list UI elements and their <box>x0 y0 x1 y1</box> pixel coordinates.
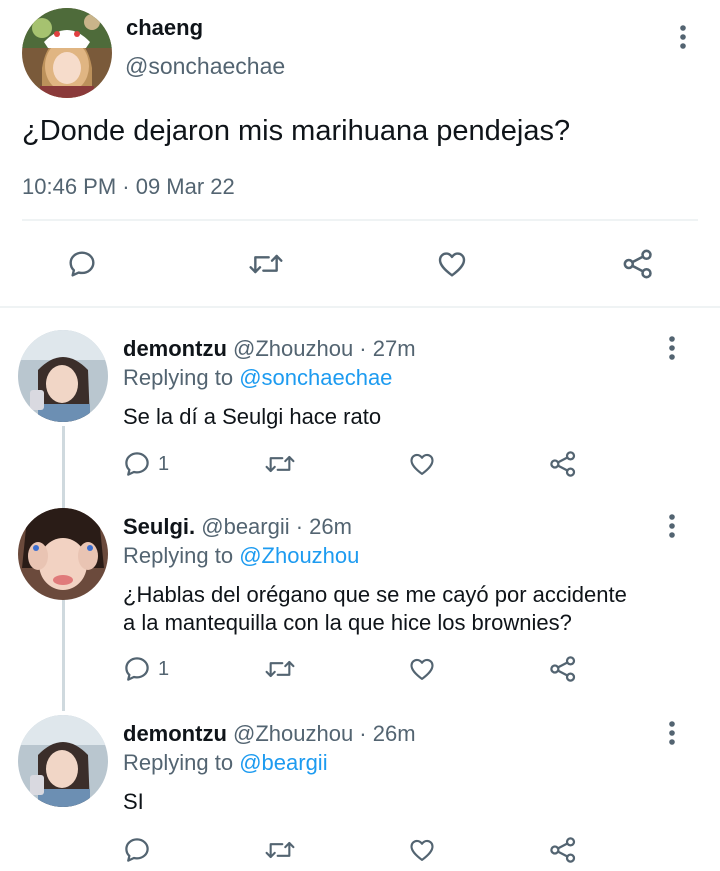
more-icon <box>680 25 686 49</box>
like-button[interactable] <box>432 246 472 282</box>
handle-time[interactable]: @beargii · 26m <box>201 514 352 539</box>
reply-text: SI <box>123 789 144 814</box>
divider <box>22 219 698 221</box>
replying-to-link[interactable]: @Zhouzhou <box>239 543 359 568</box>
reply-count: 1 <box>158 452 170 475</box>
share-icon <box>623 249 652 279</box>
retweet-icon <box>265 455 295 473</box>
avatar[interactable] <box>18 330 108 422</box>
replying-to-label: Replying to <box>123 365 234 390</box>
section-divider <box>0 306 720 308</box>
reply-icon <box>125 452 149 476</box>
avatar[interactable] <box>22 8 112 98</box>
tweet-text: ¿Donde dejaron mis marihuana pendejas? <box>22 115 571 147</box>
reply-icon <box>125 657 149 681</box>
reply-header: demontzu @Zhouzhou · 27m <box>123 336 416 362</box>
reply-header: Seulgi. @beargii · 26m <box>123 514 352 540</box>
share-button[interactable] <box>618 246 658 282</box>
reply-text: Se la dí a Seulgi hace rato <box>123 404 382 429</box>
replying-to: Replying to @beargii <box>123 750 328 776</box>
display-name[interactable]: demontzu <box>123 721 227 746</box>
share-button[interactable] <box>546 448 580 480</box>
reply-icon <box>69 251 95 277</box>
more-icon <box>669 336 675 360</box>
more-options-button[interactable] <box>671 22 695 52</box>
avatar[interactable] <box>18 508 108 600</box>
share-button[interactable] <box>546 653 580 685</box>
display-name[interactable]: demontzu <box>123 336 227 361</box>
reply-count: 1 <box>158 657 170 680</box>
reply-button[interactable]: 1 <box>122 448 169 480</box>
like-icon <box>438 252 466 277</box>
more-icon <box>669 514 675 538</box>
reply-text-line-2: a la mantequilla con la que hice los bro… <box>123 610 572 635</box>
reply-header: demontzu @Zhouzhou · 26m <box>123 721 416 747</box>
like-icon <box>410 839 434 861</box>
reply-text-line-1: ¿Hablas del orégano que se me cayó por a… <box>123 582 627 607</box>
avatar[interactable] <box>18 715 108 807</box>
replying-to-label: Replying to <box>123 543 234 568</box>
share-button[interactable] <box>546 834 580 866</box>
retweet-icon <box>265 660 295 678</box>
replying-to-link[interactable]: @sonchaechae <box>239 365 392 390</box>
share-icon <box>550 656 576 682</box>
display-name[interactable]: Seulgi. <box>123 514 195 539</box>
share-icon <box>550 451 576 477</box>
more-icon <box>669 721 675 745</box>
reply-button[interactable] <box>122 834 152 866</box>
replying-to: Replying to @sonchaechae <box>123 365 392 391</box>
retweet-icon <box>249 254 283 274</box>
display-name[interactable]: chaeng <box>126 15 203 41</box>
share-icon <box>550 837 576 863</box>
like-button[interactable] <box>405 448 439 480</box>
handle[interactable]: @sonchaechae <box>125 53 285 80</box>
replying-to-link[interactable]: @beargii <box>239 750 327 775</box>
like-button[interactable] <box>405 653 439 685</box>
tweet-timestamp: 10:46 PM · 09 Mar 22 <box>22 174 235 199</box>
retweet-button[interactable] <box>262 448 298 480</box>
retweet-button[interactable] <box>244 246 288 282</box>
more-options-button[interactable] <box>660 718 684 748</box>
retweet-button[interactable] <box>262 653 298 685</box>
reply-button[interactable]: 1 <box>122 653 169 685</box>
replying-to: Replying to @Zhouzhou <box>123 543 359 569</box>
reply-button[interactable] <box>62 246 102 282</box>
retweet-icon <box>265 841 295 859</box>
reply-icon <box>125 838 149 862</box>
more-options-button[interactable] <box>660 511 684 541</box>
replying-to-label: Replying to <box>123 750 234 775</box>
retweet-button[interactable] <box>262 834 298 866</box>
like-icon <box>410 658 434 680</box>
like-button[interactable] <box>405 834 439 866</box>
handle-time[interactable]: @Zhouzhou · 27m <box>233 336 416 361</box>
more-options-button[interactable] <box>660 333 684 363</box>
handle-time[interactable]: @Zhouzhou · 26m <box>233 721 416 746</box>
like-icon <box>410 453 434 475</box>
